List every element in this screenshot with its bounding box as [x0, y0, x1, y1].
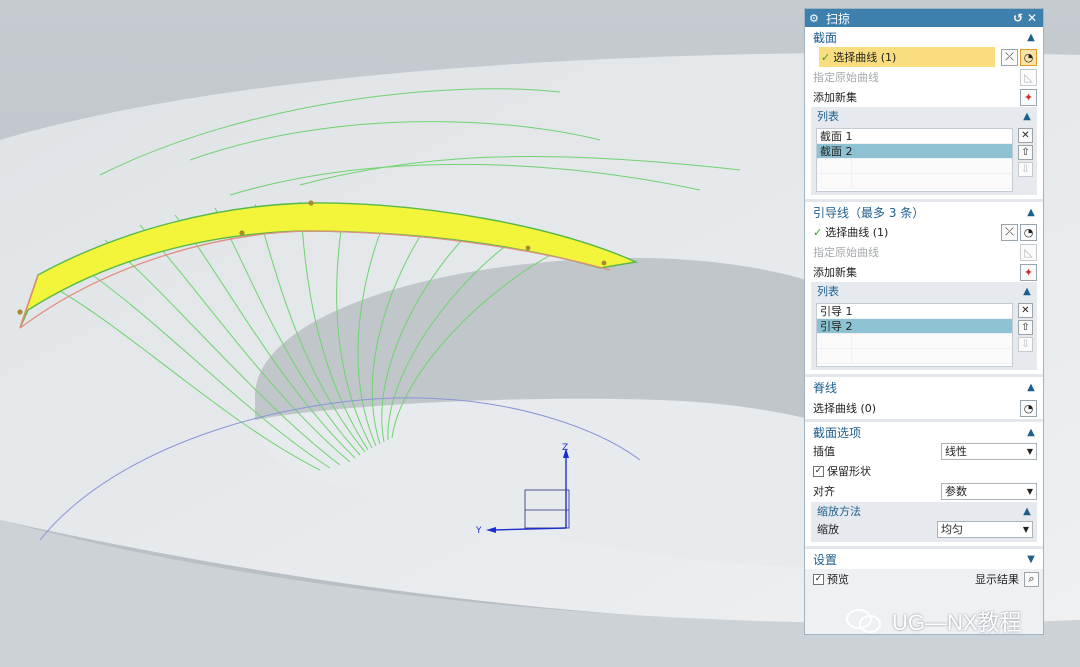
list-item-empty [817, 334, 1012, 349]
remove-icon[interactable]: ✕ [1018, 303, 1033, 318]
section-options-heading: 截面选项 [813, 425, 862, 440]
guide-curves-panel: 引导线（最多 3 条） ▲ ✓ 选择曲线 (1) ⤫ ◔ 指定原始曲线 ◺ 添加… [805, 202, 1043, 377]
guide-add-set-label: 添加新集 [813, 266, 857, 279]
add-set-icon[interactable]: ✦ [1020, 88, 1037, 106]
section-origin-label: 指定原始曲线 [813, 71, 879, 84]
settings-heading: 设置 [813, 552, 838, 567]
guide-select-row[interactable]: ✓ 选择曲线 (1) ⤫ ◔ [805, 222, 1043, 242]
alignment-row: 对齐 参数 ▼ [805, 482, 1043, 500]
guide-list: 引导 1 引导 2 [816, 303, 1013, 367]
watermark-text: UG—NX教程 [892, 610, 1022, 635]
section-list: 截面 1 截面 2 [816, 128, 1013, 192]
scaling-method-panel: 缩放方法 ▲ 缩放 均匀 ▼ [811, 502, 1037, 542]
section-select-label: 选择曲线 (1) [833, 51, 897, 64]
watermark: UG—NX教程 [844, 605, 1022, 637]
section-select-row[interactable]: ✓ 选择曲线 (1) ⤫ ◔ [805, 47, 1043, 67]
list-item-empty [817, 349, 1012, 364]
chevron-down-icon[interactable]: ▼ [1025, 554, 1037, 565]
move-up-icon[interactable]: ⇧ [1018, 145, 1033, 160]
section-select-field[interactable]: ✓ 选择曲线 (1) [819, 47, 995, 67]
section-options-panel: 截面选项 ▲ 插值 线性 ▼ ✓ 保留形状 对齐 参数 ▼ 缩放方法 ▲ 缩放 … [805, 422, 1043, 549]
origin-curve-icon[interactable]: ◺ [1020, 68, 1037, 86]
alignment-select[interactable]: 参数 ▼ [941, 482, 1037, 500]
list-item[interactable]: 引导 1 [817, 304, 1012, 319]
chevron-down-icon: ▼ [1026, 446, 1034, 456]
interpolation-label: 插值 [813, 445, 835, 458]
section-add-set-label: 添加新集 [813, 91, 857, 104]
chevron-down-icon: ▼ [1026, 486, 1034, 496]
spine-select-row[interactable]: 选择曲线 (0) ◔ [805, 397, 1043, 419]
chevron-up-icon[interactable]: ▲ [1021, 111, 1033, 122]
deselect-icon[interactable]: ⤫ [1001, 223, 1018, 241]
scaling-row: 缩放 均匀 ▼ [811, 520, 1037, 538]
guide-curves-heading: 引导线（最多 3 条） [813, 205, 925, 220]
section-curves-heading: 截面 [813, 30, 838, 45]
list-item[interactable]: 截面 2 [817, 144, 1012, 159]
axis-y-label: Y [475, 526, 482, 536]
chevron-down-icon: ▼ [1022, 524, 1030, 534]
origin-curve-icon[interactable]: ◺ [1020, 243, 1037, 261]
magnifier-icon[interactable]: ⌕ [1024, 571, 1039, 587]
chevron-up-icon[interactable]: ▲ [1025, 427, 1037, 438]
guide-list-panel: 列表 ▲ 引导 1 引导 2 ✕ ⇧ ⇩ [811, 282, 1037, 370]
section-origin-row[interactable]: 指定原始曲线 ◺ [805, 67, 1043, 87]
remove-icon[interactable]: ✕ [1018, 128, 1033, 143]
close-icon[interactable]: ✕ [1025, 11, 1039, 25]
curve-rule-icon[interactable]: ◔ [1020, 48, 1037, 66]
section-list-panel: 列表 ▲ 截面 1 截面 2 ✕ ⇧ ⇩ [811, 107, 1037, 195]
guide-origin-label: 指定原始曲线 [813, 246, 879, 259]
preserve-shape-label: 保留形状 [827, 465, 871, 478]
chevron-up-icon[interactable]: ▲ [1025, 207, 1037, 218]
scaling-method-heading: 缩放方法 [817, 505, 861, 518]
section-curves-panel: 截面 ▲ ✓ 选择曲线 (1) ⤫ ◔ 指定原始曲线 ◺ 添加新集 ✦ 列表 ▲ [805, 27, 1043, 202]
chevron-up-icon[interactable]: ▲ [1025, 32, 1037, 43]
chevron-up-icon[interactable]: ▲ [1021, 286, 1033, 297]
scaling-select[interactable]: 均匀 ▼ [937, 520, 1033, 538]
preview-row: ✓ 预览 显示结果 ⌕ [805, 569, 1043, 589]
preserve-shape-checkbox[interactable]: ✓ [813, 465, 824, 477]
list-item[interactable]: 截面 1 [817, 129, 1012, 144]
guide-list-heading: 列表 [817, 285, 839, 298]
deselect-icon[interactable]: ⤫ [1001, 48, 1018, 66]
sweep-dialog: ⚙ 扫掠 ↺ ✕ 截面 ▲ ✓ 选择曲线 (1) ⤫ ◔ 指定原始曲线 ◺ 添加… [804, 8, 1044, 635]
wechat-icon [846, 609, 881, 633]
curve-rule-icon[interactable]: ◔ [1020, 399, 1037, 417]
chevron-up-icon[interactable]: ▲ [1025, 382, 1037, 393]
add-set-icon[interactable]: ✦ [1020, 263, 1037, 281]
curve-rule-icon[interactable]: ◔ [1020, 223, 1037, 241]
interpolation-select[interactable]: 线性 ▼ [941, 442, 1037, 460]
scaling-value: 均匀 [941, 523, 963, 536]
preserve-shape-row[interactable]: ✓ 保留形状 [805, 462, 1043, 480]
alignment-value: 参数 [945, 485, 967, 498]
section-add-set-row[interactable]: 添加新集 ✦ [805, 87, 1043, 107]
move-down-icon[interactable]: ⇩ [1018, 162, 1033, 177]
move-down-icon[interactable]: ⇩ [1018, 337, 1033, 352]
gear-icon[interactable]: ⚙ [809, 12, 823, 25]
list-item-empty [817, 174, 1012, 189]
move-up-icon[interactable]: ⇧ [1018, 320, 1033, 335]
guide-add-set-row[interactable]: 添加新集 ✦ [805, 262, 1043, 282]
list-item[interactable]: 引导 2 [817, 319, 1012, 334]
scaling-label: 缩放 [817, 523, 839, 536]
show-result-label[interactable]: 显示结果 [975, 571, 1019, 587]
spine-panel: 脊线 ▲ 选择曲线 (0) ◔ [805, 377, 1043, 422]
list-item-empty [817, 159, 1012, 174]
chevron-up-icon[interactable]: ▲ [1021, 506, 1033, 517]
dialog-title: 扫掠 [826, 11, 851, 26]
check-icon: ✓ [813, 225, 823, 239]
interpolation-row: 插值 线性 ▼ [805, 442, 1043, 460]
axis-z-label: Z [562, 443, 568, 453]
settings-panel: 设置 ▼ [805, 549, 1043, 569]
reset-icon[interactable]: ↺ [1011, 11, 1025, 25]
interpolation-value: 线性 [945, 445, 967, 458]
spine-select-label: 选择曲线 (0) [813, 402, 877, 415]
check-icon: ✓ [821, 50, 831, 64]
section-list-heading: 列表 [817, 110, 839, 123]
alignment-label: 对齐 [813, 485, 835, 498]
guide-origin-row[interactable]: 指定原始曲线 ◺ [805, 242, 1043, 262]
spine-heading: 脊线 [813, 380, 838, 395]
preview-checkbox[interactable]: ✓ [813, 573, 824, 585]
dialog-titlebar: ⚙ 扫掠 ↺ ✕ [805, 9, 1043, 27]
